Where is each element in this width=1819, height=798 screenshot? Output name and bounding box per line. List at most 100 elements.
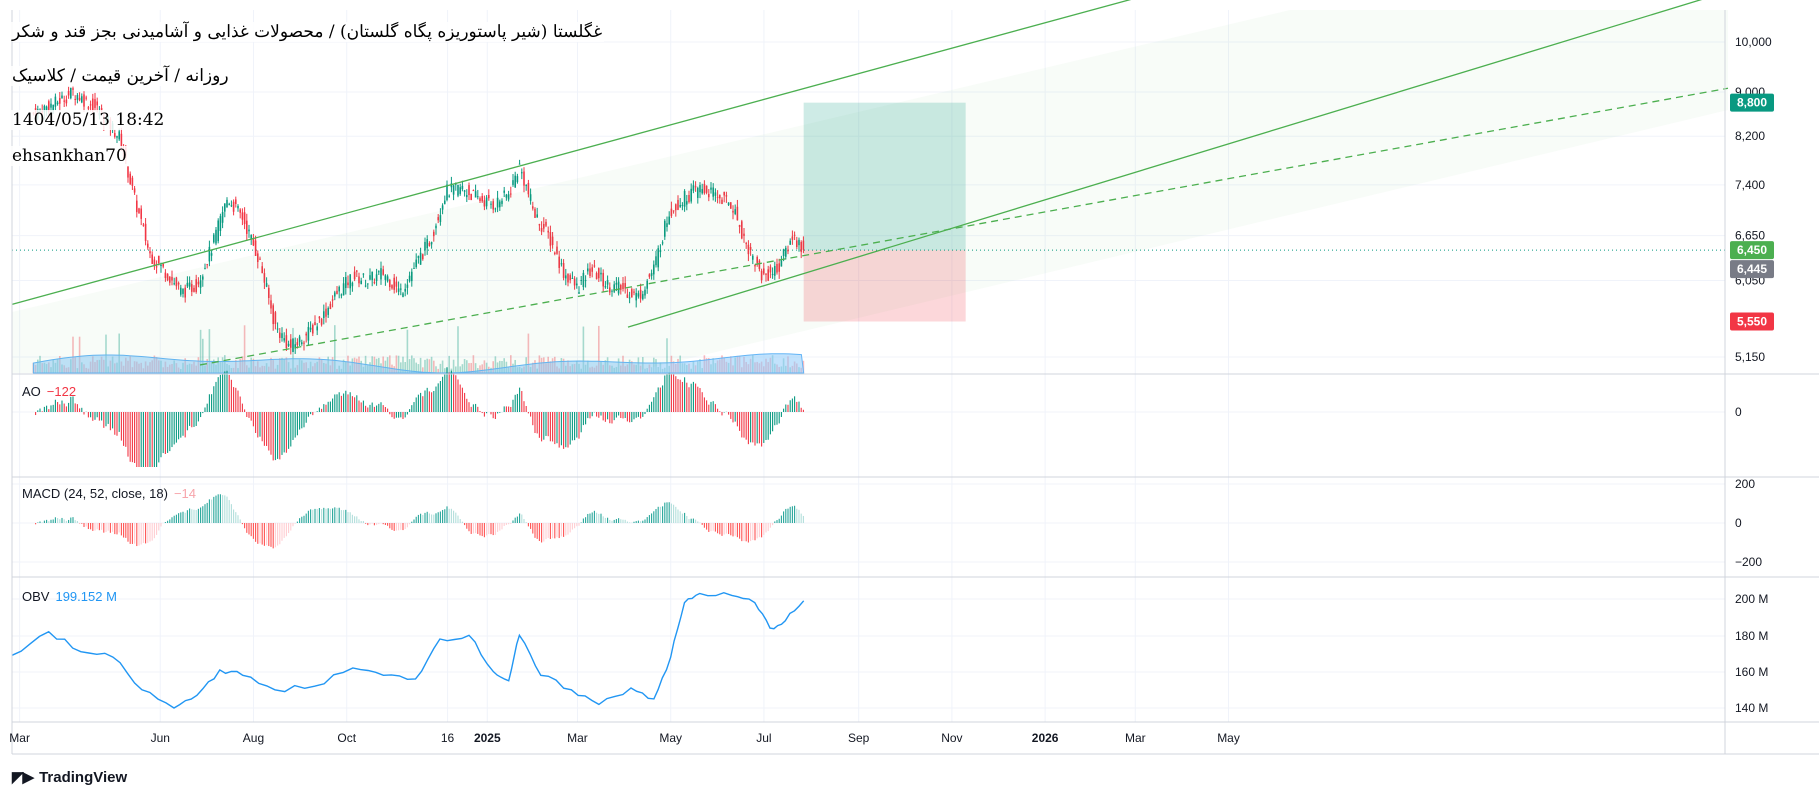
candle-body [217, 220, 219, 242]
candle-body [118, 131, 120, 140]
candle-body [160, 264, 162, 267]
candle-body [468, 185, 470, 196]
candle-body [503, 190, 505, 193]
candle-body [83, 94, 85, 107]
candle-body [116, 136, 118, 138]
candle-body [63, 100, 65, 102]
time-tick-label: Mar [9, 731, 30, 745]
ao-value: −122 [46, 384, 77, 399]
ao-name: AO [22, 384, 41, 399]
obv-name: OBV [22, 589, 50, 604]
candle-body [151, 254, 153, 264]
candle-body [239, 209, 241, 213]
obv-legend[interactable]: OBV 199.152 M [22, 589, 117, 604]
candle-body [461, 185, 464, 190]
candle-body [96, 101, 98, 106]
candle-body [212, 234, 215, 243]
obv-line-path [11, 591, 805, 709]
candle-body [127, 166, 129, 178]
macd-histogram [35, 494, 804, 549]
chart-canvas[interactable]: 10,0009,0008,2007,4006,6506,0505,150 020… [0, 0, 1819, 798]
candle-body [135, 200, 138, 213]
candle-body [252, 238, 255, 246]
candle-body [67, 90, 70, 96]
time-tick-label: 16 [441, 731, 455, 745]
time-tick-label: Mar [567, 731, 588, 745]
candle-body [94, 99, 96, 108]
candle-body [248, 229, 250, 232]
time-tick-label: Oct [337, 731, 356, 745]
candle-body [65, 99, 68, 104]
tradingview-logo[interactable]: ◤▶ TradingView [12, 768, 127, 787]
candle-body [58, 98, 61, 104]
candle-body [72, 88, 74, 90]
candle-body [518, 163, 521, 165]
candle-body [254, 240, 257, 256]
candle-body [210, 253, 213, 256]
candle-body [78, 97, 81, 101]
candle-body [140, 208, 142, 219]
candle-body [237, 205, 239, 209]
candle-body [457, 184, 459, 196]
candle-body [221, 212, 224, 223]
obv-axis-tick-label: 140 M [1735, 701, 1768, 715]
candle-body [230, 205, 233, 207]
macd-axis-tick-label: 0 [1735, 516, 1742, 530]
candle-body [157, 255, 160, 264]
candle-body [448, 195, 450, 197]
candle-body [443, 200, 446, 204]
candle-body [215, 229, 217, 244]
ao-histogram [35, 367, 804, 467]
candle-body [208, 246, 211, 262]
candle-body [223, 203, 226, 212]
candle-body [463, 190, 466, 192]
candle-body [441, 205, 444, 210]
obv-axis-tick-label: 180 M [1735, 629, 1768, 643]
candle-body [85, 97, 87, 99]
candle-body [470, 193, 472, 200]
time-tick-label: Mar [1125, 731, 1146, 745]
ao-axis-tick-label: 0 [1735, 405, 1742, 419]
candle-body [487, 194, 490, 199]
candle-body [512, 180, 514, 185]
candle-body [162, 263, 164, 267]
candle-body [61, 95, 63, 99]
time-tick-label: Jun [151, 731, 170, 745]
ao-legend[interactable]: AO −122 [22, 384, 76, 399]
price-badge-label: 5,550 [1737, 314, 1767, 328]
candle-body [129, 173, 131, 184]
candle-body [155, 266, 158, 268]
candle-body [479, 198, 481, 202]
candle-body [243, 212, 246, 225]
candle-body [74, 98, 76, 100]
candle-body [56, 102, 59, 104]
interval-line: روزانه / آخرین قیمت / کلاسیک [10, 66, 231, 86]
candle-body [113, 133, 116, 137]
candle-body [219, 216, 222, 232]
candle-body [516, 176, 519, 183]
candle-body [153, 259, 156, 266]
candle-body [133, 188, 136, 193]
candle-body [234, 199, 237, 204]
candle-body [138, 208, 140, 213]
candle-body [474, 191, 477, 198]
macd-legend[interactable]: MACD (24, 52, close, 18) −14 [22, 486, 196, 501]
time-axis[interactable]: Mar Jun Aug Oct 16 2025 Mar May Jul Sep Nov 2026 Mar… [9, 731, 1240, 745]
obv-line [11, 591, 805, 709]
candle-body [149, 251, 151, 254]
subpane-axes: 0 200 0 −200 200 M 180 M 160 M 140 M [1735, 405, 1768, 715]
candle-body [131, 177, 134, 186]
obv-axis-tick-label: 200 M [1735, 592, 1768, 606]
obv-axis-tick-label: 160 M [1735, 665, 1768, 679]
candle-body [245, 220, 248, 234]
candle-body [80, 96, 83, 103]
candle-body [452, 185, 455, 195]
time-tick-label: 2026 [1032, 731, 1059, 745]
candle-body [476, 196, 479, 198]
price-tick-label: 5,150 [1735, 350, 1765, 364]
candle-body [76, 95, 79, 100]
price-tick-label: 8,200 [1735, 129, 1765, 143]
candle-body [228, 203, 230, 205]
symbol-title: غگلستا (شیر پاستوریزه پگاه گلستان) / محص… [10, 22, 605, 42]
macd-name: MACD (24, 52, close, 18) [22, 486, 168, 501]
